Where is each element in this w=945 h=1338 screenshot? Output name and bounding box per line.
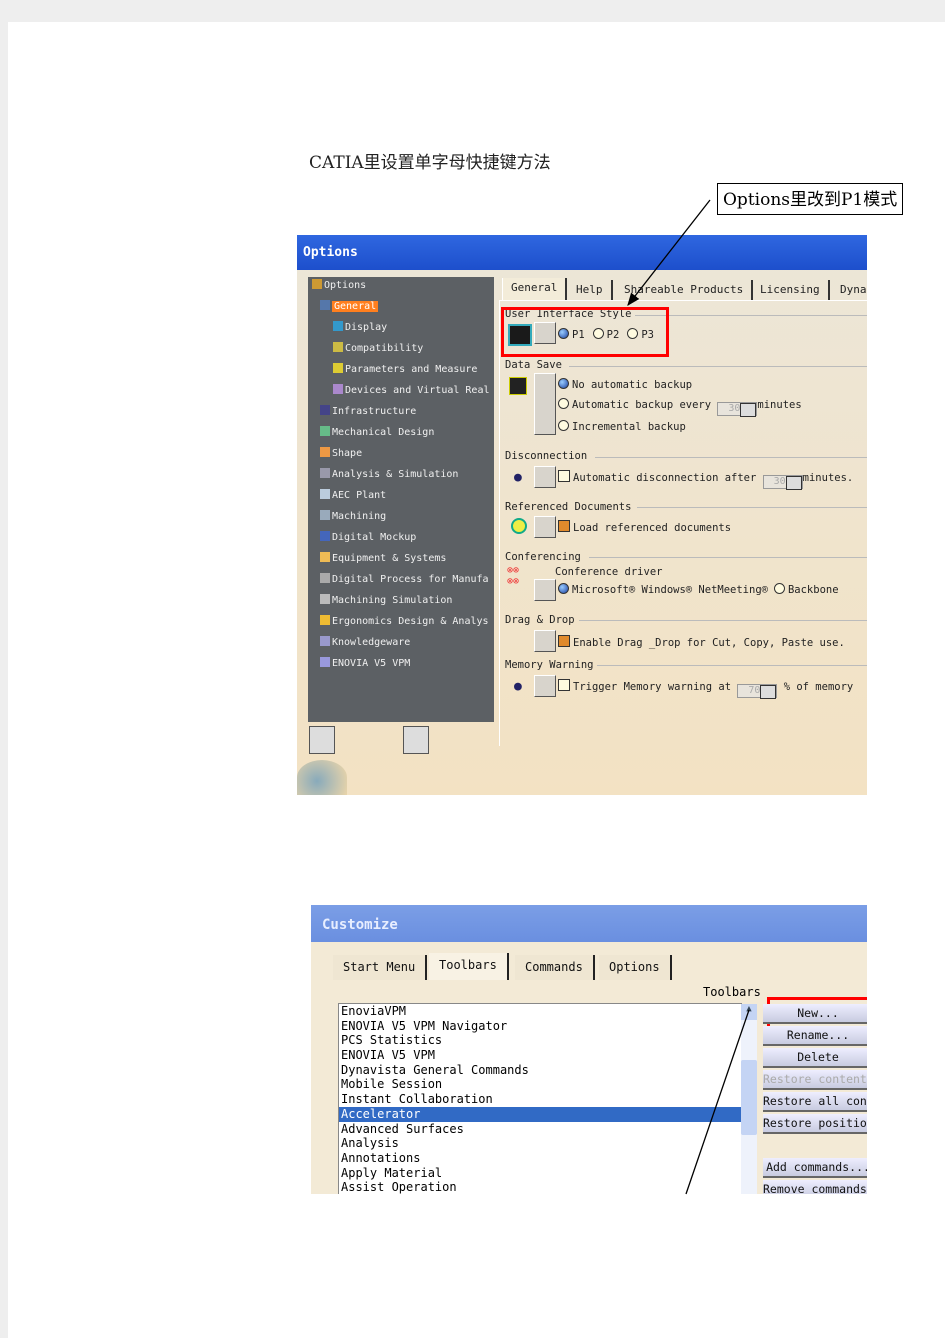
- arrow-to-ui-style: [627, 199, 711, 307]
- document-page: CATIA里设置单字母快捷键方法 Options里改到P1模式 Options …: [0, 0, 945, 1338]
- arrow-to-new-button: [685, 1009, 750, 1195]
- annotation-arrows: [627, 199, 750, 1195]
